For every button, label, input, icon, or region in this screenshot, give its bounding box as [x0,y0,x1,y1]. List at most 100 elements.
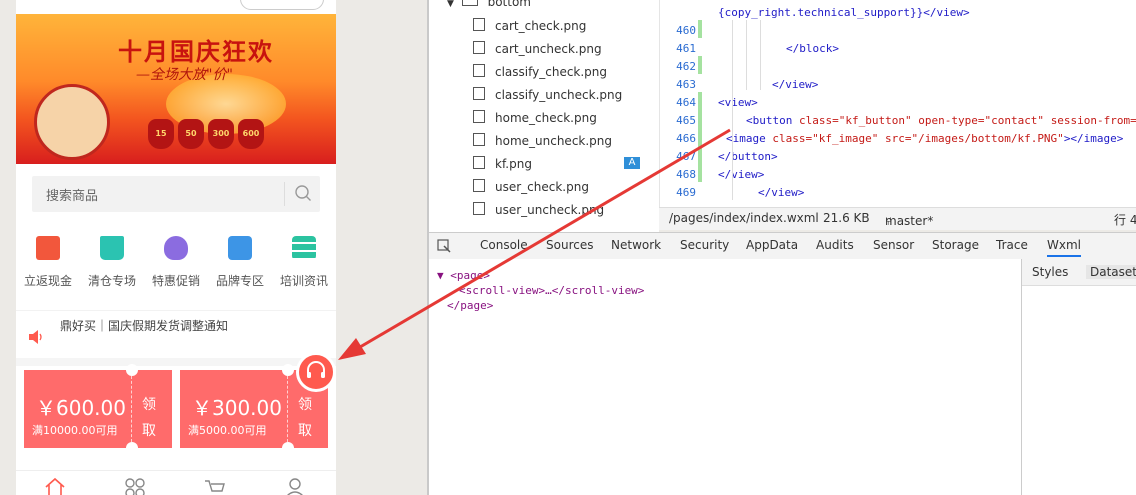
file-item[interactable]: user_uncheck.png [473,202,604,222]
category-item-promotion[interactable]: 特惠促销 [144,232,208,289]
coupon-condition: 满5000.00可用 [188,424,267,437]
code-line: <view> [718,96,758,109]
code-line: <image class="kf_image" src="/images/bot… [726,132,1123,145]
file-item[interactable]: kf.png [473,156,532,176]
dom-node-scroll-view[interactable]: <scroll-view>…</scroll-view> [459,284,644,297]
line-number: 460 [676,24,696,37]
file-name: home_uncheck.png [495,134,613,148]
tab-console[interactable]: Console [480,238,528,252]
category-label: 培训资讯 [279,274,328,288]
file-explorer: ▼ bottom cart_check.png cart_uncheck.png… [429,0,659,232]
notice-bar[interactable]: 鼎好买｜国庆假期发货调整通知 [16,310,336,357]
file-item[interactable]: user_check.png [473,179,589,199]
line-number: 463 [676,78,696,91]
dom-node-page[interactable]: ▼ <page> [437,269,490,282]
cart-icon[interactable] [204,477,226,495]
customer-service-button[interactable] [296,352,336,392]
server-icon [292,236,316,260]
capsule-menu-button[interactable] [240,0,324,10]
image-file-icon [473,41,485,54]
code-line: </view> [772,78,818,91]
tab-dataset[interactable]: Dataset [1086,265,1136,279]
category-item-brands[interactable]: 品牌专区 [208,232,272,289]
tab-audits[interactable]: Audits [816,238,854,252]
search-input[interactable]: 搜索商品 [46,185,98,204]
gutter-change-marker [698,92,702,110]
folder-bottom[interactable]: ▼ bottom [447,0,531,9]
gutter-change-marker [698,110,702,128]
coupon-card[interactable]: ￥600.00 满10000.00可用 领取 [24,364,172,454]
category-item-cash-back[interactable]: 立返现金 [16,232,80,289]
file-item[interactable]: classify_check.png [473,64,607,84]
speaker-icon [29,330,42,344]
tab-trace[interactable]: Trace [996,238,1028,252]
category-icon[interactable] [124,477,146,495]
tab-storage[interactable]: Storage [932,238,979,252]
search-icon[interactable] [294,184,312,202]
box-icon [228,236,252,260]
code-token: <view> [718,96,758,109]
category-item-clearance[interactable]: 清仓专场 [80,232,144,289]
phone-screen: 十月国庆狂欢 —全场大放"价" 15 50 300 600 搜索商品 立返现金 … [16,0,336,495]
file-size: 21.6 KB [823,211,870,225]
tab-sources[interactable]: Sources [546,238,593,252]
coupon-notch [282,364,294,376]
code-token: "/images/bottom/kf.PNG" [911,132,1064,145]
styles-pane: Styles Dataset [1021,259,1136,495]
coupon-claim-button[interactable]: 领取 [298,392,312,444]
gutter-change-marker [698,146,702,164]
inspect-element-icon[interactable] [437,239,451,253]
line-number: 469 [676,186,696,199]
category-item-training[interactable]: 培训资讯 [272,232,336,289]
line-number: 466 [676,132,696,145]
file-item[interactable]: home_uncheck.png [473,133,612,153]
promo-banner[interactable]: 十月国庆狂欢 —全场大放"价" 15 50 300 600 [16,14,336,164]
home-icon[interactable] [44,477,66,495]
file-item[interactable]: cart_check.png [473,18,586,38]
code-editor[interactable]: {copy_right.technical_support}}</view> 4… [659,0,1136,207]
file-item[interactable]: home_check.png [473,110,597,130]
indent-guide [746,20,747,90]
file-name: cart_check.png [495,19,587,33]
file-item[interactable]: cart_uncheck.png [473,41,602,61]
code-token: </view> [718,168,765,181]
banner-mascot-image [34,84,110,160]
cash-back-icon [36,236,60,260]
tab-network[interactable]: Network [611,238,661,252]
code-token: class= [772,132,813,145]
coupon-claim-button[interactable]: 领取 [142,392,156,444]
line-number: 462 [676,60,696,73]
editor-status-bar: /pages/index/index.wxml 21.6 KB ⑂ master… [659,207,1136,230]
coupon-notch [126,442,138,454]
category-grid: 立返现金 清仓专场 特惠促销 品牌专区 培训资讯 [16,232,336,292]
chevron-down-icon: ▼ [447,0,454,9]
category-label: 清仓专场 [87,274,136,288]
tab-wxml[interactable]: Wxml [1047,238,1081,257]
styles-tab-bar: Styles Dataset [1022,259,1136,286]
money-bag-icon [164,236,188,260]
simulator-panel: 十月国庆狂欢 —全场大放"价" 15 50 300 600 搜索商品 立返现金 … [0,0,428,495]
tab-sensor[interactable]: Sensor [873,238,914,252]
code-line: </view> [718,168,764,181]
coupon-notch [126,364,138,376]
money-bag-icon: 300 [208,119,234,149]
money-bag-icon: 15 [148,119,174,149]
coupon-condition: 满10000.00可用 [32,424,118,437]
file-name: kf.png [495,157,532,171]
code-line: </block> [786,42,839,55]
code-line: </button> [718,150,778,163]
bottom-tab-bar [16,470,336,495]
code-token: "contact" [984,114,1045,127]
gutter-change-marker [698,56,702,74]
user-icon[interactable] [284,477,306,495]
search-divider [284,182,285,206]
tab-security[interactable]: Security [680,238,729,252]
search-bar[interactable]: 搜索商品 [32,176,320,212]
file-item[interactable]: classify_uncheck.png [473,87,622,107]
code-token: </button> [718,150,778,163]
tab-appdata[interactable]: AppData [746,238,798,252]
coupon-amount: ￥600.00 [36,396,126,420]
code-line: {copy_right.technical_support}}</view> [718,6,970,19]
tab-styles[interactable]: Styles [1032,265,1068,279]
coupon-notch [282,442,294,454]
